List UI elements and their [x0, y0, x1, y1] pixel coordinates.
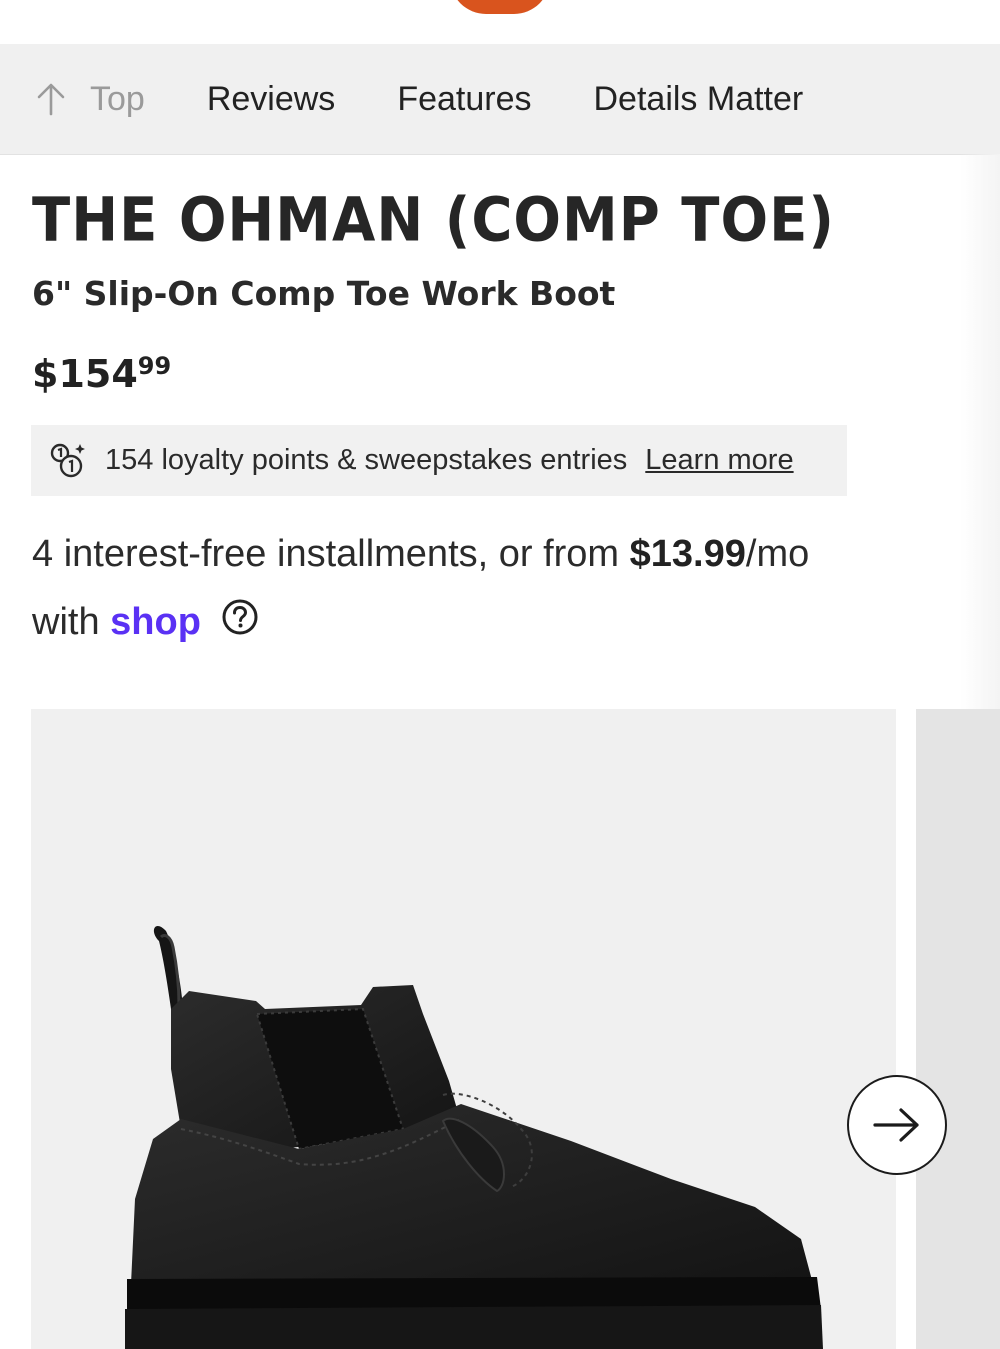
price-cents: 99 — [137, 352, 172, 380]
loyalty-points-icon — [47, 441, 87, 481]
section-nav: Top Reviews Features Details Matter — [0, 44, 1000, 155]
nav-reviews-link[interactable]: Reviews — [207, 80, 335, 119]
nav-top-link[interactable]: Top — [36, 80, 145, 119]
question-circle-icon[interactable] — [221, 590, 259, 658]
shop-pay-logo: shop — [110, 601, 201, 643]
loyalty-text: 154 loyalty points & sweepstakes entries — [105, 444, 628, 476]
gallery-next-button[interactable] — [847, 1075, 947, 1175]
price-dollars: $154 — [32, 352, 138, 396]
learn-more-link[interactable]: Learn more — [645, 444, 793, 477]
product-price: $15499 — [32, 352, 171, 396]
arrow-up-icon — [37, 83, 65, 116]
loyalty-banner: 154 loyalty points & sweepstakes entries… — [31, 425, 847, 496]
gallery-next-image-peek[interactable] — [916, 709, 1000, 1349]
product-image-gallery[interactable] — [31, 709, 896, 1349]
installments-amount: $13.99 — [629, 533, 746, 575]
arrow-right-icon — [873, 1108, 919, 1142]
product-subtitle: 6" Slip-On Comp Toe Work Boot — [32, 274, 616, 313]
nav-top-label: Top — [90, 79, 145, 118]
installments-with: with — [32, 601, 111, 643]
product-title: THE OHMAN (COMP TOE) — [32, 185, 835, 256]
installments-suffix: /mo — [745, 533, 810, 575]
brand-logo[interactable] — [450, 0, 550, 14]
installments-info: 4 interest-free installments, or from $1… — [32, 520, 972, 658]
boot-image — [125, 925, 823, 1349]
nav-details-matter-link[interactable]: Details Matter — [594, 80, 804, 119]
nav-features-link[interactable]: Features — [397, 80, 531, 119]
installments-prefix: 4 interest-free installments, or from — [32, 533, 630, 575]
